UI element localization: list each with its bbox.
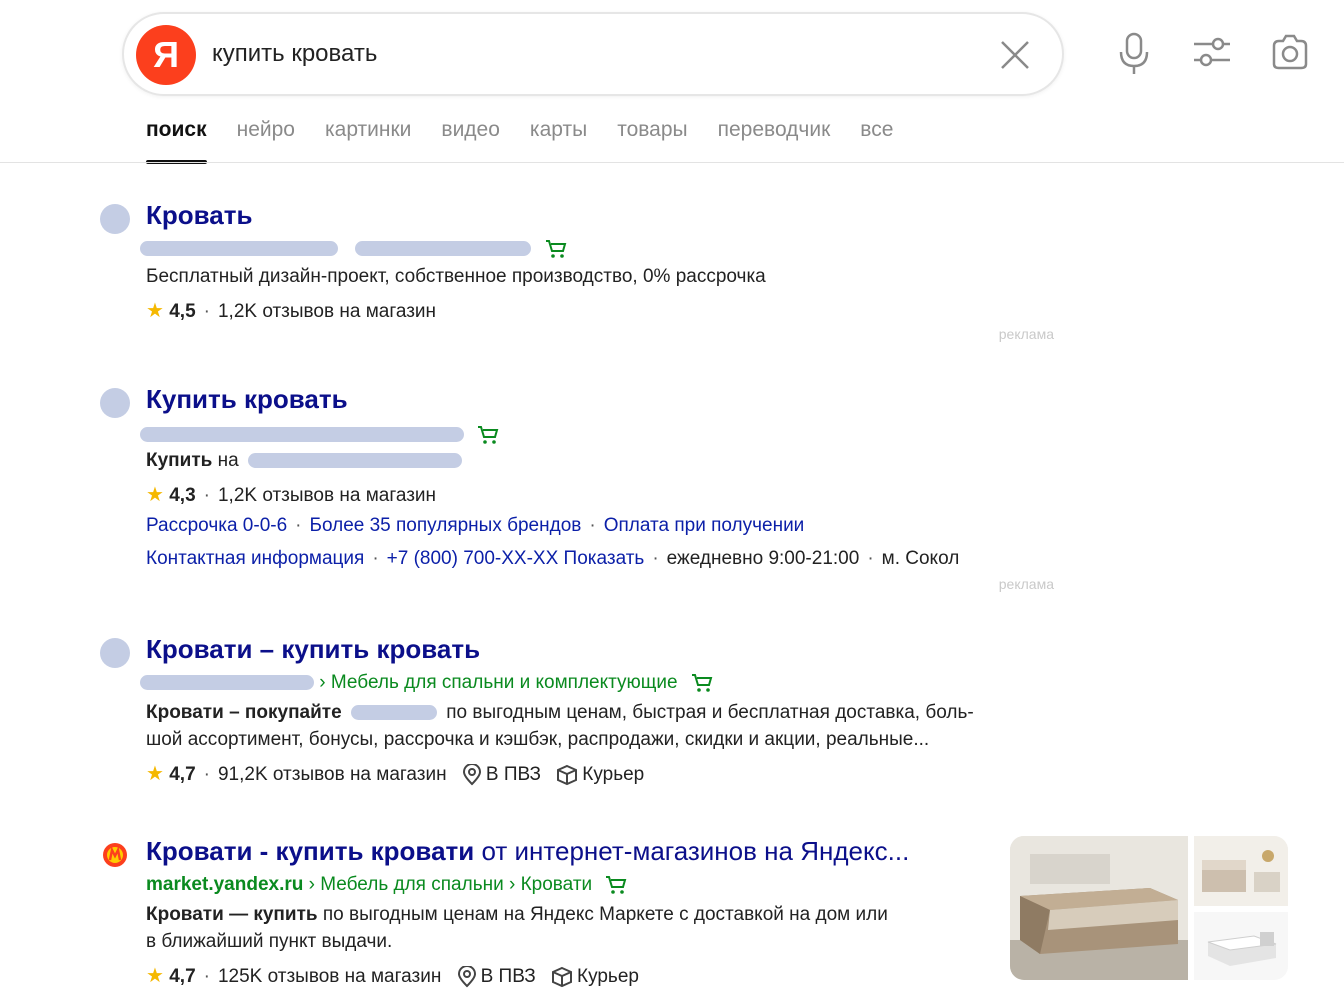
cart-icon: [606, 875, 627, 894]
bedroom-product-image[interactable]: [1194, 836, 1288, 906]
tab-translator[interactable]: переводчик: [718, 116, 831, 164]
tab-neuro[interactable]: нейро: [237, 116, 295, 164]
result-snippet-line2: шой ассортимент, бонусы, рассрочка и кэш…: [146, 729, 930, 750]
contact-info-link[interactable]: Контактная информация: [146, 548, 364, 569]
site-favicon: [100, 388, 130, 418]
redacted-domain: [140, 675, 314, 691]
rating-value: 4,5: [169, 301, 196, 322]
result-title[interactable]: Кровать: [146, 200, 252, 231]
tab-all[interactable]: все: [860, 116, 893, 164]
tab-search[interactable]: поиск: [146, 116, 207, 164]
result-snippet: Кровати – покупайте по выгодным ценам, б…: [146, 702, 974, 723]
redacted-domain: [140, 427, 464, 443]
location-pin-icon: [457, 965, 476, 988]
result-url[interactable]: market.yandex.ru › Мебель для спальни › …: [146, 874, 627, 896]
ad-label[interactable]: реклама: [999, 576, 1054, 592]
search-result: Кровати – купить кровать › Мебель для сп…: [100, 634, 1060, 794]
breadcrumb[interactable]: › Мебель для спальни и комплектующие: [319, 672, 677, 693]
search-result: Купить кровать Купить на ★ 4,3 · 1,2K отзы…: [100, 384, 1060, 594]
result-snippet-line2: в ближайший пункт выдачи.: [146, 931, 393, 952]
courier-option: Курьер: [582, 764, 645, 785]
reviews-count[interactable]: 125K отзывов на магазин: [218, 966, 441, 987]
cart-icon: [478, 425, 499, 444]
result-url[interactable]: › Мебель для спальни и комплектующие: [140, 672, 713, 694]
rating-value: 4,7: [169, 966, 196, 987]
metro-station: м. Сокол: [881, 548, 960, 569]
result-snippet: Бесплатный дизайн-проект, собственное пр…: [146, 266, 766, 287]
search-result: Кровати - купить кровати от интернет-маг…: [100, 836, 1060, 996]
search-tabs: поиск нейро картинки видео карты товары …: [146, 116, 923, 164]
result-snippet: Купить на: [146, 450, 462, 472]
product-images[interactable]: [1010, 836, 1288, 980]
sitelink-payment[interactable]: Оплата при получении: [604, 515, 805, 536]
phone-link[interactable]: +7 (800) 700-XX-XX Показать: [387, 548, 645, 569]
rating-value: 4,7: [169, 764, 196, 785]
box-icon: [552, 966, 573, 988]
settings-sliders-icon[interactable]: [1192, 30, 1232, 76]
result-snippet: Кровати — купить по выгодным ценам на Ян…: [146, 904, 888, 925]
sitelink-installment[interactable]: Рассрочка 0-0-6: [146, 515, 287, 536]
header-divider: [0, 162, 1344, 163]
redacted-path: [355, 241, 532, 257]
reviews-count[interactable]: 1,2K отзывов на магазин: [218, 301, 436, 322]
star-icon: ★: [146, 763, 164, 785]
yandex-market-favicon: [103, 843, 127, 867]
rating-row: ★ 4,7 · 125K отзывов на магазин В ПВЗ Курь…: [146, 965, 639, 988]
star-icon: ★: [146, 484, 164, 506]
yandex-logo[interactable]: Я: [136, 25, 196, 85]
microphone-icon[interactable]: [1114, 30, 1154, 76]
location-pin-icon: [462, 763, 481, 786]
tab-images[interactable]: картинки: [325, 116, 411, 164]
search-result: Кровать Бесплатный дизайн-проект, собств…: [100, 200, 1060, 350]
star-icon: ★: [146, 965, 164, 987]
cart-icon: [691, 673, 713, 692]
pickup-option: В ПВЗ: [480, 966, 536, 987]
ad-label[interactable]: реклама: [999, 326, 1054, 342]
site-favicon: [100, 204, 130, 234]
reviews-count[interactable]: 91,2K отзывов на магазин: [218, 764, 447, 785]
search-input[interactable]: купить кровать: [212, 40, 377, 68]
result-title[interactable]: Кровати - купить кровати от интернет-маг…: [146, 836, 909, 867]
rating-row: ★ 4,7 · 91,2K отзывов на магазин В ПВЗ Кур…: [146, 763, 645, 786]
box-icon: [557, 764, 578, 786]
result-url[interactable]: [140, 424, 499, 446]
reviews-count[interactable]: 1,2K отзывов на магазин: [218, 485, 436, 506]
bed-product-image[interactable]: [1010, 836, 1188, 980]
camera-search-icon[interactable]: [1270, 30, 1310, 76]
cart-icon: [545, 239, 566, 258]
sitelink-brands[interactable]: Более 35 популярных брендов: [309, 515, 581, 536]
contact-row: Контактная информация · +7 (800) 700-XX-XX…: [146, 548, 960, 569]
breadcrumb[interactable]: › Мебель для спальни › Кровати: [309, 874, 593, 895]
pickup-option: В ПВЗ: [485, 764, 542, 785]
search-box[interactable]: Я купить кровать: [122, 12, 1064, 96]
clear-icon[interactable]: [998, 38, 1032, 72]
star-icon: ★: [146, 300, 164, 322]
tab-maps[interactable]: карты: [530, 116, 587, 164]
tab-video[interactable]: видео: [441, 116, 500, 164]
sitelinks: Рассрочка 0-0-6 · Более 35 популярных брен…: [146, 515, 805, 536]
result-url[interactable]: [140, 238, 567, 260]
rating-row: ★ 4,5 · 1,2K отзывов на магазин: [146, 300, 437, 322]
redacted-shop-name: [247, 453, 462, 469]
result-title[interactable]: Кровати – купить кровать: [146, 634, 480, 665]
site-favicon: [100, 638, 130, 668]
rating-value: 4,3: [169, 485, 196, 506]
courier-option: Курьер: [577, 966, 639, 987]
domain-link[interactable]: market.yandex.ru: [146, 874, 303, 895]
rating-row: ★ 4,3 · 1,2K отзывов на магазин: [146, 484, 437, 506]
tab-products[interactable]: товары: [617, 116, 687, 164]
result-title[interactable]: Купить кровать: [146, 384, 348, 415]
redacted-domain: [140, 241, 338, 257]
working-hours: ежедневно 9:00-21:00: [666, 548, 860, 569]
redacted-shop-name: [350, 705, 437, 721]
white-bed-product-image[interactable]: [1194, 912, 1288, 980]
